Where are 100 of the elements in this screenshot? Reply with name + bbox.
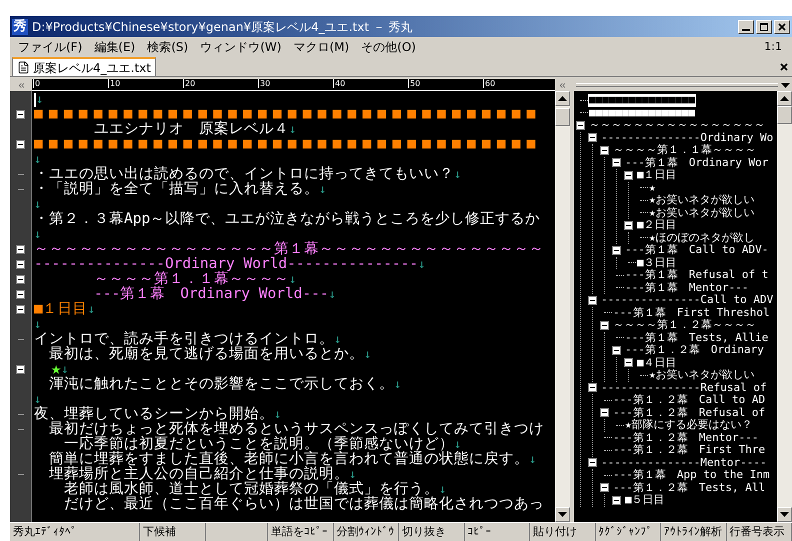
outline-item[interactable]: ～～～～～～～～～～～～～～～～ xyxy=(588,119,766,132)
outline-item[interactable]: ---第１．２幕 First Thre xyxy=(612,444,766,456)
scroll-up-button[interactable] xyxy=(555,91,570,106)
maximize-icon xyxy=(760,22,768,30)
collapse-icon[interactable] xyxy=(588,458,597,468)
fold-icon[interactable] xyxy=(16,245,25,254)
scroll-up-button[interactable] xyxy=(777,91,792,106)
function-key[interactable]: 行番号表示 xyxy=(726,523,792,541)
pane-grip[interactable] xyxy=(576,83,778,87)
collapse-icon[interactable] xyxy=(612,346,621,355)
up-arrow-icon[interactable] xyxy=(558,96,567,101)
collapse-icon[interactable] xyxy=(600,408,609,418)
outline-item[interactable]: ■３日目 xyxy=(636,256,678,269)
outline-item[interactable]: ---------------Ordinary Wo xyxy=(600,132,774,144)
function-key[interactable]: 秀丸ｴﾃﾞｨﾀﾍﾟ xyxy=(10,523,140,541)
outline-item[interactable]: ★部隊にする必要はない？ xyxy=(624,419,754,432)
collapse-icon[interactable] xyxy=(576,120,585,130)
outline-item[interactable]: ---第１幕 Mentor--- xyxy=(624,282,750,294)
close-button[interactable] xyxy=(774,20,790,34)
collapse-icon[interactable] xyxy=(612,246,621,255)
editor-line: 一応季節は初夏だということを説明。（季節感ないけど） xyxy=(64,437,454,452)
editor-line: 老師は風水師、道士として冠婚葬祭の「儀式」を行う。 xyxy=(63,482,439,497)
function-key[interactable]: 単語をｺﾋﾟｰ xyxy=(268,523,334,541)
function-key[interactable]: ﾀｸﾞｼﾞｬﾝﾌﾟ xyxy=(596,523,661,541)
line-marker xyxy=(18,174,24,175)
maximize-button[interactable] xyxy=(756,20,772,34)
outline-item[interactable]: ---第１．２幕 Mentor--- xyxy=(612,432,760,444)
outline-item[interactable]: ---第１．２幕 Refusal of xyxy=(612,406,766,419)
scroll-thumb[interactable] xyxy=(777,106,792,124)
scroll-down-button[interactable] xyxy=(777,507,792,522)
collapse-icon[interactable] xyxy=(600,483,609,492)
outline-item[interactable]: ---------------Call to ADV xyxy=(600,294,774,306)
menu-item[interactable]: マクロ(M) xyxy=(287,38,356,56)
collapse-icon[interactable] xyxy=(612,158,621,168)
menu-item[interactable]: ウィンドウ(W) xyxy=(194,38,288,56)
outline-item[interactable]: ～～～～第１．１幕～～～～ xyxy=(612,144,757,156)
outline-item[interactable]: ---第１幕 Tests, Allie xyxy=(624,332,770,344)
outline-item[interactable]: ～～～～第１．２幕～～～～ xyxy=(612,319,757,332)
outline-item[interactable]: ★お笑いネタが欲しい xyxy=(648,206,756,219)
function-key[interactable]: 切り抜き xyxy=(399,523,464,541)
fold-icon[interactable] xyxy=(16,305,25,314)
outline-item[interactable]: ---第１幕 Call to ADV- xyxy=(624,244,770,256)
function-key[interactable]: 分割ｳｨﾝﾄﾞｳ xyxy=(334,523,399,541)
outline-item[interactable]: ★お笑いネタが欲しい xyxy=(648,369,756,382)
scroll-thumb[interactable] xyxy=(555,108,570,126)
fold-icon[interactable] xyxy=(16,140,25,149)
dropdown-icon[interactable] xyxy=(781,82,790,88)
menu-item[interactable]: その他(O) xyxy=(355,38,422,56)
collapse-icon[interactable] xyxy=(612,496,621,505)
outline-item[interactable]: ■１日目 xyxy=(636,169,678,182)
scroll-down-button[interactable] xyxy=(555,507,570,522)
fold-icon[interactable] xyxy=(16,275,25,284)
outline-item[interactable]: ★ xyxy=(648,182,657,194)
outline-item[interactable]: ---第１幕 First Threshol xyxy=(612,306,771,319)
menu-item[interactable]: 編集(E) xyxy=(88,38,142,56)
file-tab[interactable]: 原案レベル4_ユエ.txt xyxy=(12,57,156,76)
fold-icon[interactable] xyxy=(16,110,25,119)
outline-item[interactable]: ---第１．２幕 Call to AD xyxy=(612,394,766,406)
collapse-icon[interactable] xyxy=(624,358,633,368)
outline-item[interactable]: ■５日目 xyxy=(624,494,666,506)
fold-icon[interactable] xyxy=(16,260,25,269)
outline-item[interactable]: ---------------Mentor---- xyxy=(600,456,768,469)
scrollbar[interactable] xyxy=(555,91,570,522)
outline-item[interactable]: ---第１．２幕 Ordinary xyxy=(624,344,765,356)
outline-item[interactable]: ---第１．２幕 Tests, All xyxy=(612,482,766,494)
down-arrow-icon[interactable] xyxy=(558,512,567,517)
minimize-button[interactable] xyxy=(738,20,754,34)
menu-item[interactable]: ファイル(F) xyxy=(12,38,88,56)
outline-item[interactable]: ---------------Refusal of xyxy=(600,382,768,394)
menu-item[interactable]: 検索(S) xyxy=(141,38,194,56)
outline-item[interactable]: ■■■■■■■■■■■■■■■■ xyxy=(588,106,696,119)
collapse-ruler-icon[interactable] xyxy=(558,80,567,90)
outline-item[interactable]: ■４日目 xyxy=(636,356,678,369)
outline-item[interactable]: ★ほのぼのネタが欲し xyxy=(648,232,756,244)
outline-item[interactable]: ■２日目 xyxy=(636,219,678,232)
fold-icon[interactable] xyxy=(16,290,25,299)
function-key[interactable]: 下候補 xyxy=(140,523,206,541)
scrollbar[interactable] xyxy=(777,91,792,522)
outline-item[interactable]: ---第１幕 Refusal of t xyxy=(624,269,770,282)
collapse-icon[interactable] xyxy=(588,296,597,305)
collapse-icon[interactable] xyxy=(588,133,597,142)
down-arrow-icon[interactable] xyxy=(780,512,789,517)
fold-icon[interactable] xyxy=(16,365,25,374)
outline-item[interactable]: ---第１幕 Ordinary Wor xyxy=(624,156,770,169)
outline-item[interactable]: ---第１幕 App to the Inm xyxy=(612,469,771,482)
collapse-icon[interactable] xyxy=(588,383,597,392)
collapse-icon[interactable] xyxy=(600,320,609,330)
collapse-icon[interactable] xyxy=(624,170,633,180)
collapse-gutter-icon[interactable] xyxy=(16,80,26,90)
outline-item[interactable]: ★お笑いネタが欲しい xyxy=(648,194,756,206)
ruler-number: 30 xyxy=(258,79,270,88)
up-arrow-icon[interactable] xyxy=(780,96,789,101)
outline-item[interactable]: ■■■■■■■■■■■■■■■■ xyxy=(588,94,696,106)
line-end-mark: ↓ xyxy=(34,152,42,167)
collapse-icon[interactable] xyxy=(600,146,609,155)
function-key[interactable]: 貼り付け xyxy=(530,523,596,541)
function-key[interactable]: ｱｳﾄﾗｲﾝ解析 xyxy=(661,523,726,541)
collapse-icon[interactable] xyxy=(624,220,633,230)
close-icon[interactable] xyxy=(780,63,788,71)
function-key[interactable]: ｺﾋﾟｰ xyxy=(464,523,530,541)
